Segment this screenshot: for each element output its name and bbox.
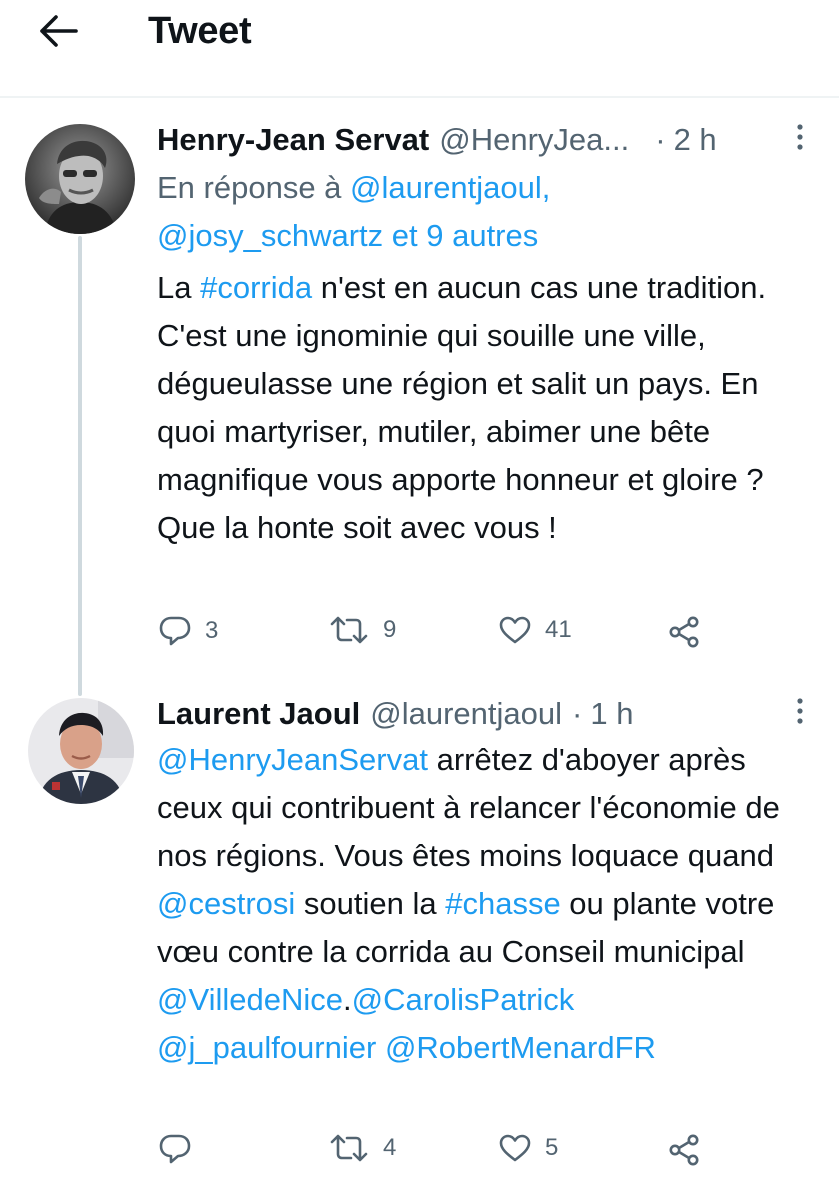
more-vertical-icon — [795, 697, 805, 733]
text-segment: La — [157, 270, 201, 305]
mention-link[interactable]: @RobertMenardFR — [385, 1030, 656, 1065]
avatar[interactable] — [28, 698, 134, 804]
mention-link[interactable]: @j_paulfournier — [157, 1030, 376, 1065]
share-icon — [667, 616, 701, 648]
author-name[interactable]: Laurent Jaoul — [157, 696, 360, 732]
page-title: Tweet — [148, 10, 252, 52]
like-button[interactable]: 5 — [499, 1134, 558, 1162]
retweet-count: 4 — [383, 1134, 397, 1161]
text-segment: soutien la — [295, 886, 446, 921]
reply-context: En réponse à @laurentjaoul, @josy_schwart… — [157, 164, 815, 260]
reply-prefix: En réponse à — [157, 170, 351, 205]
timestamp[interactable]: 1 h — [590, 696, 633, 732]
share-button[interactable] — [667, 1134, 701, 1166]
hashtag-link[interactable]: #corrida — [200, 270, 312, 305]
separator-dot: · — [655, 122, 666, 157]
back-button[interactable] — [34, 12, 82, 54]
comment-icon — [159, 616, 191, 646]
heart-icon — [499, 1134, 531, 1162]
mention-link[interactable]: @HenryJeanServat — [157, 742, 428, 777]
timestamp[interactable]: 2 h — [674, 122, 717, 158]
tweet-header: Laurent Jaoul @laurentjaoul · 1 h — [157, 694, 815, 734]
mention-link[interactable]: @CarolisPatrick — [352, 982, 575, 1017]
tweet-text: La #corrida n'est en aucun cas une tradi… — [157, 264, 815, 552]
author-handle[interactable]: @laurentjaoul — [370, 696, 562, 732]
mention-link[interactable]: @laurentjaoul, — [350, 170, 550, 205]
retweet-button[interactable]: 4 — [329, 1134, 396, 1162]
text-segment: . — [343, 982, 352, 1017]
tweet-content: Laurent Jaoul @laurentjaoul · 1 h @Henry… — [157, 694, 815, 1072]
reply-button[interactable]: 3 — [159, 616, 218, 646]
like-button[interactable]: 41 — [499, 616, 572, 644]
share-button[interactable] — [667, 616, 701, 648]
hashtag-link[interactable]: #chasse — [445, 886, 560, 921]
more-options-button[interactable] — [785, 123, 815, 159]
tweet-header: Henry-Jean Servat @HenryJea... · 2 h — [157, 120, 815, 160]
text-segment: n'est en aucun cas une tradition. C'est … — [157, 270, 767, 545]
retweet-button[interactable]: 9 — [329, 616, 396, 644]
tweet[interactable]: Henry-Jean Servat @HenryJea... · 2 h En … — [0, 100, 839, 670]
others-link[interactable]: et 9 autres — [383, 218, 538, 253]
avatar[interactable] — [25, 124, 135, 234]
arrow-left-icon — [38, 14, 78, 53]
like-count: 5 — [545, 1134, 559, 1161]
header-divider — [0, 96, 839, 98]
tweet-text: @HenryJeanServat arrêtez d'aboyer après … — [157, 736, 815, 1072]
author-handle[interactable]: @HenryJea... — [439, 122, 629, 158]
heart-icon — [499, 616, 531, 644]
tweet-content: Henry-Jean Servat @HenryJea... · 2 h En … — [157, 120, 815, 552]
top-bar: Tweet — [0, 0, 839, 90]
tweet[interactable]: Laurent Jaoul @laurentjaoul · 1 h @Henry… — [0, 680, 839, 1200]
mention-link[interactable]: @VilledeNice — [157, 982, 343, 1017]
like-count: 41 — [545, 616, 572, 643]
more-options-button[interactable] — [785, 697, 815, 733]
author-name[interactable]: Henry-Jean Servat — [157, 122, 429, 158]
comment-icon — [159, 1134, 191, 1164]
mention-link[interactable]: @cestrosi — [157, 886, 295, 921]
mention-link[interactable]: @josy_schwartz — [157, 218, 383, 253]
reply-button[interactable] — [159, 1134, 205, 1164]
share-icon — [667, 1134, 701, 1166]
more-vertical-icon — [795, 123, 805, 159]
reply-count: 3 — [205, 617, 219, 644]
retweet-icon — [329, 616, 369, 644]
retweet-icon — [329, 1134, 369, 1162]
separator-dot: · — [572, 696, 583, 731]
retweet-count: 9 — [383, 616, 397, 643]
text-segment — [376, 1030, 385, 1065]
